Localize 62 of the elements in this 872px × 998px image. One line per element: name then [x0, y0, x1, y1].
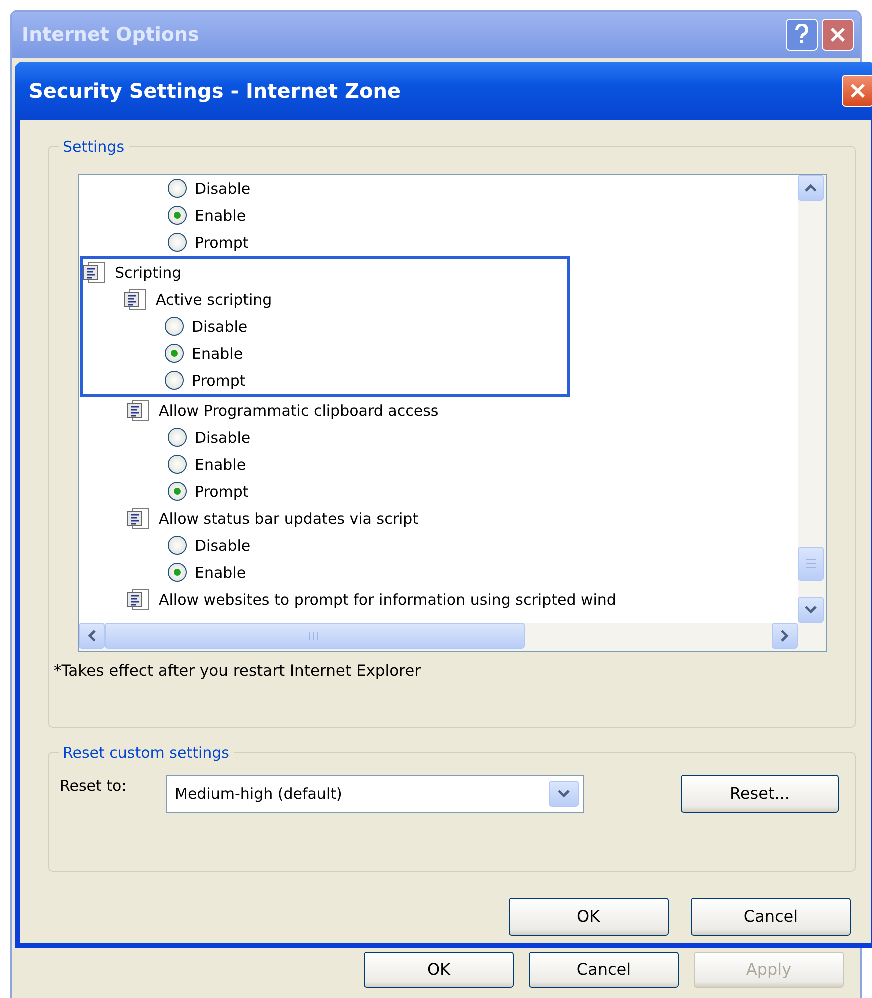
settings-icon [127, 400, 151, 422]
scroll-down-button[interactable] [798, 597, 824, 623]
scroll-thumb[interactable] [105, 623, 525, 649]
grip-icon [309, 631, 321, 641]
security-level-dropdown[interactable]: Medium-high (default) [166, 775, 584, 813]
scroll-right-button[interactable] [772, 623, 798, 649]
dialog-button[interactable]: Cancel [691, 898, 851, 936]
radio-button[interactable] [165, 317, 184, 336]
option-label: Disable [192, 318, 248, 336]
scroll-up-button[interactable] [798, 175, 824, 201]
option-label: Disable [195, 180, 251, 198]
option-label: Enable [195, 206, 246, 224]
right-icon [781, 630, 789, 642]
scroll-left-button[interactable] [79, 623, 105, 649]
settings-icon [83, 262, 107, 284]
setting-label: Scripting [115, 264, 182, 282]
setting-label: Active scripting [156, 290, 272, 308]
scroll-thumb[interactable] [798, 547, 824, 581]
settings-icon [124, 288, 148, 310]
radio-button[interactable] [165, 371, 184, 390]
radio-button[interactable] [168, 206, 187, 225]
reset-button[interactable]: Reset... [681, 775, 839, 813]
grip-icon [805, 559, 817, 569]
setting-label: Allow status bar updates via script [159, 510, 419, 528]
window-title: Internet Options [22, 22, 200, 48]
up-icon [805, 184, 817, 192]
help-icon [794, 24, 810, 46]
option-label: Enable [195, 456, 246, 474]
down-icon [805, 606, 817, 614]
option-label: Disable [195, 428, 251, 446]
reset-to-label: Reset to: [60, 776, 128, 797]
help-button[interactable] [786, 19, 818, 51]
option-label: Enable [195, 564, 246, 582]
radio-button[interactable] [168, 563, 187, 582]
left-icon [88, 630, 96, 642]
radio-button[interactable] [168, 455, 187, 474]
radio-button[interactable] [168, 179, 187, 198]
window-button[interactable]: OK [364, 952, 514, 988]
option-label: Enable [192, 344, 244, 362]
close-icon [830, 27, 846, 43]
settings-icon [127, 508, 151, 530]
option-label: Disable [195, 536, 251, 554]
radio-button[interactable] [165, 344, 184, 363]
close-button[interactable] [842, 75, 872, 107]
radio-button[interactable] [168, 428, 187, 447]
dialog-title: Security Settings - Internet Zone [29, 78, 402, 105]
radio-button[interactable] [168, 233, 187, 252]
setting-label: Allow Programmatic clipboard access [159, 402, 439, 420]
option-label: Prompt [195, 482, 249, 500]
radio-button[interactable] [168, 536, 187, 555]
option-label: Prompt [192, 372, 246, 390]
dropdown-arrow-button[interactable] [549, 781, 580, 807]
settings-icon [127, 588, 151, 610]
radio-button[interactable] [168, 482, 187, 501]
setting-label: Allow websites to prompt for information using scripted wind [159, 590, 616, 608]
caret-icon [558, 790, 570, 798]
close-button[interactable] [822, 19, 854, 51]
restart-note: *Takes effect after you restart Internet Explorer [54, 660, 422, 682]
option-label: Prompt [195, 234, 249, 252]
window-button[interactable]: Cancel [529, 952, 679, 988]
close-icon [850, 83, 866, 99]
dialog-button[interactable]: OK [508, 898, 668, 936]
